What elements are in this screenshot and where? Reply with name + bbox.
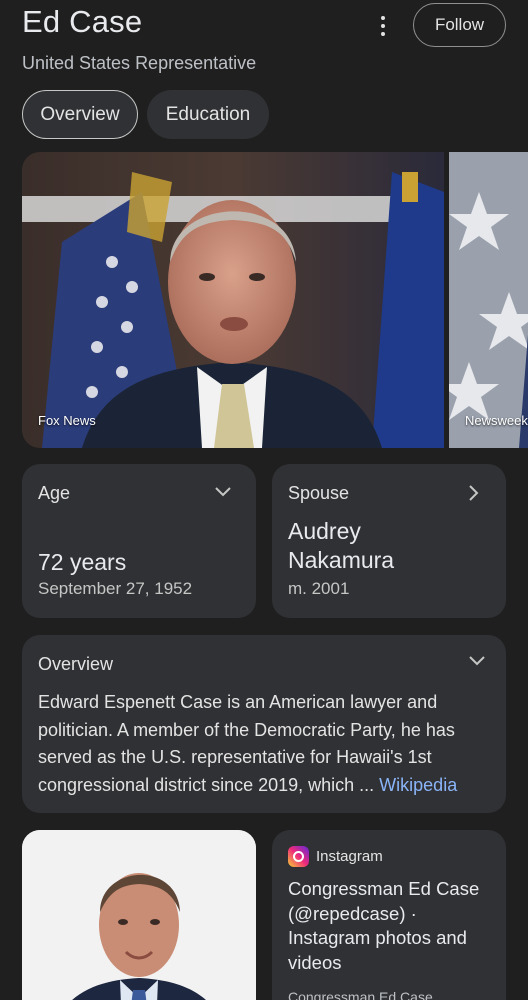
more-vert-icon[interactable] xyxy=(372,12,394,40)
age-value: 72 years xyxy=(38,549,127,575)
chevron-down-icon[interactable] xyxy=(214,486,232,498)
result-title[interactable]: Congressman Ed Case (@repedcase) · Insta… xyxy=(288,877,500,975)
chevron-down-icon[interactable] xyxy=(468,655,486,667)
wikipedia-link[interactable]: Wikipedia xyxy=(379,775,457,795)
portrait-image[interactable] xyxy=(22,830,256,1000)
spouse-name-line1: Audrey xyxy=(288,518,361,544)
result-snippet: Congressman Ed Case xyxy=(288,989,433,1000)
gallery-image-1[interactable]: Fox News xyxy=(22,152,444,448)
image-carousel[interactable]: Fox News Newsweek xyxy=(22,152,528,448)
follow-button[interactable]: Follow xyxy=(413,3,506,47)
image-source-label: Newsweek xyxy=(465,413,528,428)
spouse-card[interactable]: Spouse Audrey Nakamura m. 2001 xyxy=(272,464,506,618)
instagram-icon xyxy=(288,846,309,867)
newsweek-photo xyxy=(449,152,528,448)
ed-case-press-photo xyxy=(22,152,444,448)
page-subtitle: United States Representative xyxy=(22,53,257,73)
birth-date: September 27, 1952 xyxy=(38,579,193,598)
spouse-name-line2: Nakamura xyxy=(288,547,395,573)
marriage-year: m. 2001 xyxy=(288,579,350,598)
image-source-label: Fox News xyxy=(38,413,96,428)
gallery-image-2[interactable]: Newsweek xyxy=(449,152,528,448)
tab-education[interactable]: Education xyxy=(147,90,269,139)
overview-description: Edward Espenett Case is an American lawy… xyxy=(38,689,498,799)
overview-card[interactable]: Overview Edward Espenett Case is an Amer… xyxy=(22,635,506,813)
page-title: Ed Case xyxy=(22,4,143,39)
tab-bar: Overview Education xyxy=(22,90,269,139)
instagram-result-card[interactable]: Instagram Congressman Ed Case (@repedcas… xyxy=(272,830,506,1000)
age-card[interactable]: Age 72 years September 27, 1952 xyxy=(22,464,256,618)
age-label: Age xyxy=(38,483,71,503)
tab-overview[interactable]: Overview xyxy=(22,90,138,139)
official-portrait xyxy=(22,830,256,1000)
chevron-right-icon[interactable] xyxy=(468,484,480,502)
overview-label: Overview xyxy=(38,654,114,674)
spouse-label: Spouse xyxy=(288,483,350,503)
result-source: Instagram xyxy=(316,848,383,865)
